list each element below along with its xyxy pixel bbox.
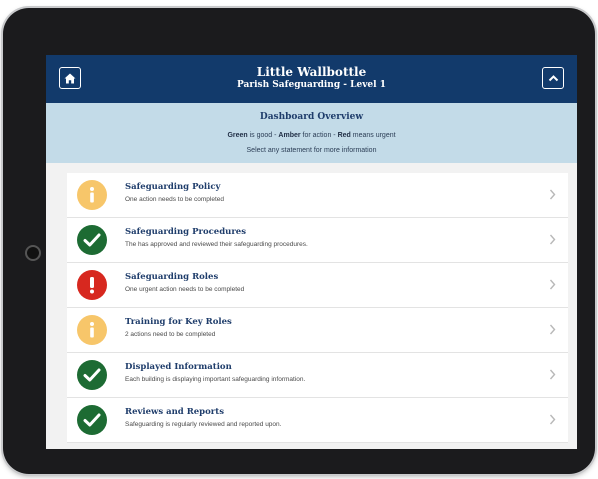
status-indicator: [77, 315, 107, 345]
legend-red-text: means urgent: [350, 132, 396, 139]
statement-title: Displayed Information: [125, 362, 232, 372]
legend-green-text: is good -: [247, 132, 279, 139]
statement-title: Safeguarding Roles: [125, 272, 219, 282]
chevron-right-icon: [549, 189, 556, 200]
statement-row[interactable]: Reviews and Reports Safeguarding is regul…: [67, 398, 568, 443]
statement-description: Safeguarding is regularly reviewed and r…: [125, 421, 282, 428]
status-indicator: [77, 360, 107, 390]
statement-title: Safeguarding Policy: [125, 182, 221, 192]
legend-amber-text: for action -: [300, 132, 338, 139]
statement-description: One urgent action needs to be completed: [125, 286, 245, 293]
statement-title: Safeguarding Procedures: [125, 227, 246, 237]
device-home-button[interactable]: [25, 245, 41, 261]
statement-description: One action needs to be completed: [125, 196, 225, 203]
page-subtitle: Parish Safeguarding - Level 1: [237, 80, 386, 90]
tablet-frame: Little Wallbottle Parish Safeguarding - …: [3, 8, 595, 474]
chevron-right-icon: [549, 369, 556, 380]
statement-row[interactable]: Safeguarding Policy One action needs to b…: [67, 173, 568, 218]
statement-title: Training for Key Roles: [125, 317, 232, 327]
statement-row[interactable]: Safeguarding Roles One urgent action need…: [67, 263, 568, 308]
legend-red: Red: [337, 132, 351, 139]
check-icon: [83, 412, 101, 428]
overview-title: Dashboard Overview: [259, 112, 364, 122]
chevron-right-icon: [549, 279, 556, 290]
info-icon: [85, 321, 99, 339]
status-indicator: [77, 225, 107, 255]
status-indicator: [77, 405, 107, 435]
chevron-right-icon: [549, 234, 556, 245]
chevron-right-icon: [549, 324, 556, 335]
status-indicator: [77, 180, 107, 210]
chevron-up-icon: [548, 75, 558, 82]
statement-description: The has approved and reviewed their safe…: [125, 241, 308, 248]
dashboard-overview: Dashboard Overview Green is good - Amber…: [46, 103, 577, 163]
legend-green: Green: [227, 132, 248, 139]
statement-list: Safeguarding Policy One action needs to b…: [67, 173, 568, 443]
collapse-button[interactable]: [542, 67, 564, 89]
app-header: Little Wallbottle Parish Safeguarding - …: [46, 55, 577, 103]
status-indicator: [77, 270, 107, 300]
status-legend: Green is good - Amber for action - Red m…: [46, 131, 577, 141]
statement-row[interactable]: Displayed Information Each building is di…: [67, 353, 568, 398]
app-screen: Little Wallbottle Parish Safeguarding - …: [46, 55, 577, 449]
statement-row[interactable]: Training for Key Roles 2 actions need to …: [67, 308, 568, 353]
legend-amber: Amber: [278, 132, 301, 139]
overview-hint: Select any statement for more informatio…: [246, 147, 377, 154]
page-title: Little Wallbottle: [256, 65, 367, 79]
statement-description: Each building is displaying important sa…: [125, 376, 306, 383]
statement-row[interactable]: Safeguarding Procedures The has approved …: [67, 218, 568, 263]
check-icon: [83, 367, 101, 383]
check-icon: [83, 232, 101, 248]
statement-title: Reviews and Reports: [125, 407, 224, 417]
exclamation-icon: [88, 276, 96, 294]
info-icon: [85, 186, 99, 204]
statement-description: 2 actions need to be completed: [125, 331, 216, 338]
chevron-right-icon: [549, 414, 556, 425]
